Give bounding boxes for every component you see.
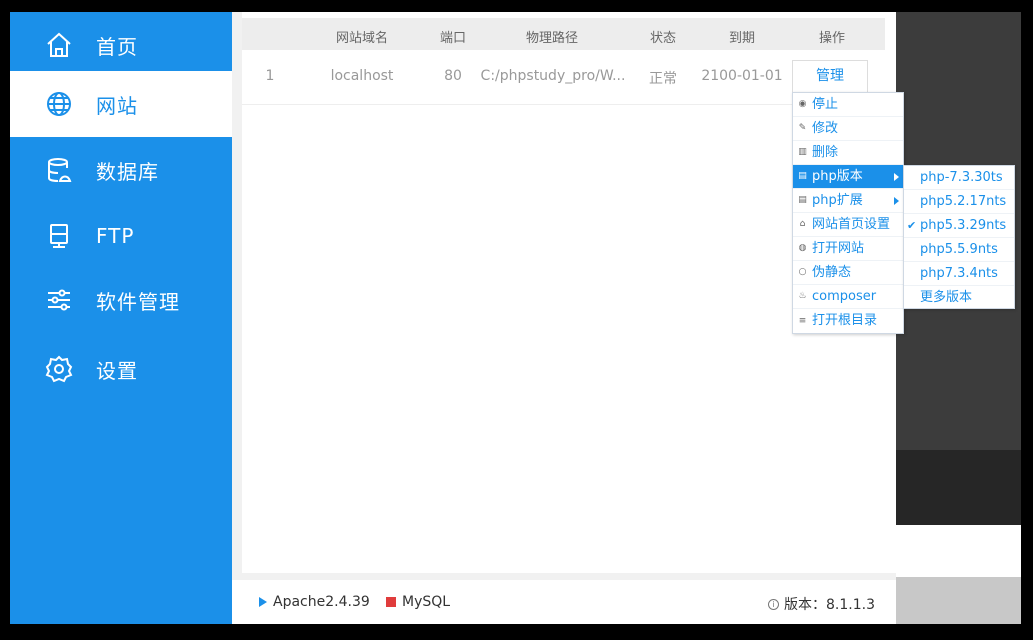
background-region: [896, 577, 1021, 624]
sidebar-item-website[interactable]: 网站: [10, 71, 232, 137]
version-label: 版本：8.1.1.3: [784, 597, 875, 613]
background-region: [896, 525, 1021, 577]
menu-item-edit[interactable]: ✎ 修改: [793, 117, 903, 141]
row-path: C:/phpstudy_pro/W...: [480, 68, 626, 84]
sidebar: 首页 网站 数据库 FTP 软件管理 设置: [10, 12, 232, 624]
sidebar-item-software[interactable]: 软件管理: [10, 267, 232, 333]
ftp-icon: [44, 221, 74, 251]
sidebar-item-label: 首页: [96, 34, 138, 59]
sidebar-item-label: FTP: [96, 224, 135, 248]
row-port: 80: [444, 68, 462, 84]
menu-item-home-settings[interactable]: ⌂ 网站首页设置: [793, 213, 903, 237]
globe-icon: [44, 89, 74, 119]
menu-item-label: 打开根目录: [812, 313, 878, 328]
menu-item-open-root[interactable]: ≡ 打开根目录: [793, 309, 903, 333]
apache-label: Apache2.4.39: [273, 594, 370, 610]
col-port: 端口: [439, 31, 466, 46]
mysql-status[interactable]: MySQL: [386, 594, 450, 610]
col-expiry: 到期: [728, 31, 755, 46]
php-version-label: php5.3.29nts: [920, 218, 1007, 233]
php-version-label: php5.5.9nts: [920, 242, 998, 257]
menu-item-label: 删除: [812, 144, 839, 160]
more-versions-option[interactable]: 更多版本: [904, 286, 1014, 310]
php-version-option[interactable]: php7.3.4nts: [904, 262, 1014, 286]
status-bar: Apache2.4.39 MySQL i 版本：8.1.1.3: [232, 580, 896, 624]
sidebar-item-label: 设置: [96, 358, 138, 383]
table-row[interactable]: 1 localhost 80 C:/phpstudy_pro/W... 正常 2…: [242, 50, 885, 105]
row-index: 1: [265, 68, 275, 84]
background-window: [896, 12, 1021, 624]
php-version-submenu: php-7.3.30ts php5.2.17nts ✔ php5.3.29nts…: [903, 165, 1015, 309]
menu-item-open-site[interactable]: ◍ 打开网站: [793, 237, 903, 261]
menu-item-label: 修改: [812, 120, 839, 136]
col-action: 操作: [818, 31, 845, 46]
col-path: 物理路径: [525, 31, 578, 46]
trash-icon: ▥: [798, 147, 807, 157]
gear-icon: [44, 354, 74, 384]
website-table: 网站域名 端口 物理路径 状态 到期 操作 1 localhost 80 C:/…: [242, 18, 885, 573]
row-status: 正常: [649, 71, 677, 87]
row-domain: localhost: [330, 68, 394, 84]
php-version-label: php-7.3.30ts: [920, 170, 1003, 185]
sidebar-item-label: 网站: [96, 93, 138, 118]
database-icon: [44, 155, 74, 185]
table-header: 网站域名 端口 物理路径 状态 到期 操作: [242, 18, 885, 50]
menu-item-rewrite[interactable]: ○ 伪静态: [793, 261, 903, 285]
php-version-icon: ▤: [798, 171, 807, 181]
home-settings-icon: ⌂: [799, 219, 806, 229]
stop-icon: ◉: [798, 99, 807, 109]
menu-item-label: 停止: [812, 96, 839, 112]
stopped-icon: [386, 597, 396, 607]
menu-item-label: php扩展: [812, 192, 863, 208]
menu-item-label: composer: [812, 288, 877, 304]
edit-icon: ✎: [798, 123, 807, 133]
sidebar-item-label: 数据库: [96, 159, 159, 184]
menu-item-delete[interactable]: ▥ 删除: [793, 141, 903, 165]
sidebar-item-ftp[interactable]: FTP: [10, 203, 232, 269]
col-status: 状态: [649, 31, 676, 46]
submenu-arrow-icon: [894, 173, 899, 181]
statusbar-separator: [232, 573, 896, 580]
menu-item-php-version[interactable]: ▤ php版本: [793, 165, 903, 189]
menu-item-label: php版本: [812, 168, 863, 184]
php-version-label: php5.2.17nts: [920, 194, 1007, 209]
main-gutter: [232, 12, 242, 624]
php-version-label: php7.3.4nts: [920, 266, 998, 281]
col-domain: 网站域名: [335, 31, 388, 46]
open-site-icon: ◍: [798, 243, 807, 253]
rewrite-icon: ○: [798, 267, 807, 277]
menu-item-php-extension[interactable]: ▤ php扩展: [793, 189, 903, 213]
check-icon: ✔: [907, 219, 917, 232]
folder-list-icon: ≡: [798, 315, 807, 326]
menu-item-label: 打开网站: [812, 240, 865, 256]
php-ext-icon: ▤: [798, 195, 807, 205]
menu-item-label: 伪静态: [812, 264, 852, 280]
php-version-option[interactable]: php-7.3.30ts: [904, 166, 1014, 190]
php-version-option-selected[interactable]: ✔ php5.3.29nts: [904, 214, 1014, 238]
mysql-label: MySQL: [402, 594, 451, 610]
php-version-option[interactable]: php5.5.9nts: [904, 238, 1014, 262]
sidebar-item-home[interactable]: 首页: [10, 12, 232, 78]
sidebar-item-label: 软件管理: [96, 289, 180, 314]
background-region: [896, 450, 1021, 525]
menu-item-label: 网站首页设置: [812, 216, 891, 232]
sidebar-item-database[interactable]: 数据库: [10, 137, 232, 203]
app-window: 首页 网站 数据库 FTP 软件管理 设置 网站域名 端口 物理路径 状态 到期…: [10, 12, 1021, 624]
context-menu: ◉ 停止 ✎ 修改 ▥ 删除 ▤ php版本 ▤ php扩展 ⌂ 网站首页设置 …: [792, 92, 904, 334]
manage-button[interactable]: 管理: [792, 60, 868, 93]
php-version-label: 更多版本: [920, 290, 973, 305]
sidebar-item-settings[interactable]: 设置: [10, 336, 232, 402]
menu-item-composer[interactable]: ♨ composer: [793, 285, 903, 309]
home-icon: [44, 30, 74, 60]
info-icon: i: [768, 598, 779, 610]
menu-item-stop[interactable]: ◉ 停止: [793, 93, 903, 117]
running-icon: [259, 597, 267, 607]
php-version-option[interactable]: php5.2.17nts: [904, 190, 1014, 214]
version-info: i 版本：8.1.1.3: [768, 594, 875, 614]
composer-icon: ♨: [798, 291, 807, 301]
submenu-arrow-icon: [894, 197, 899, 205]
row-expiry: 2100-01-01: [701, 68, 783, 84]
apache-status[interactable]: Apache2.4.39: [259, 594, 370, 610]
sliders-icon: [44, 285, 74, 315]
